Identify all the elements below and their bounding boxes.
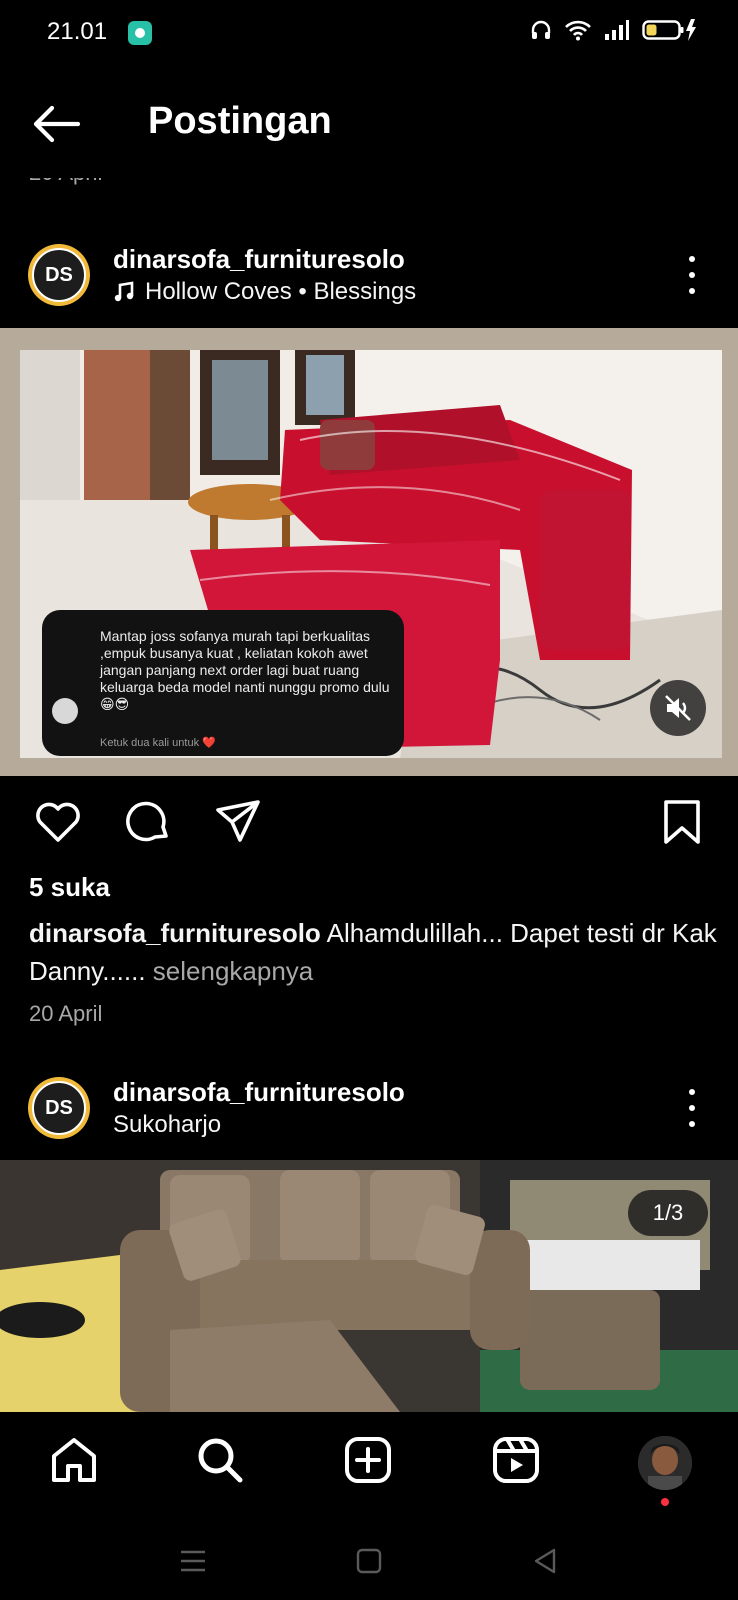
post-date: 20 April [29, 1001, 103, 1026]
like-count[interactable]: 5 suka [29, 872, 110, 903]
testimonial-comment-overlay: Mantap joss sofanya murah tapi berkualit… [42, 610, 404, 756]
more-icon [689, 256, 695, 262]
menu-icon[interactable] [178, 1546, 208, 1576]
signal-icon [605, 20, 629, 40]
mute-button[interactable] [650, 680, 706, 736]
avatar-logo-text: DS [32, 248, 86, 302]
post-username[interactable]: dinarsofa_furnituresolo [113, 244, 405, 275]
testimonial-text: Mantap joss sofanya murah tapi berkualit… [100, 628, 390, 712]
page-title: Postingan [148, 100, 332, 142]
comment-button[interactable] [122, 796, 174, 848]
bookmark-button[interactable] [656, 796, 708, 848]
home-system-icon[interactable] [354, 1546, 384, 1576]
back-arrow-icon [33, 105, 81, 143]
post-music-label[interactable]: Hollow Coves • Blessings [113, 278, 416, 306]
sofa-photo-illustration [0, 1160, 738, 1412]
app-notification-icon [128, 21, 152, 45]
post-header: DS dinarsofa_furnituresolo Hollow Coves … [0, 230, 738, 322]
post-caption[interactable]: dinarsofa_furnituresolo Alhamdulillah...… [29, 914, 719, 990]
carousel-counter: 1/3 [628, 1190, 708, 1236]
home-icon[interactable] [48, 1434, 100, 1486]
post-username[interactable]: dinarsofa_furnituresolo [113, 1077, 405, 1108]
headphones-icon [531, 20, 551, 39]
back-system-icon[interactable] [530, 1546, 560, 1576]
caption-more-link[interactable]: selengkapnya [146, 956, 313, 986]
back-button[interactable] [30, 104, 82, 144]
double-tap-hint: Ketuk dua kali untuk ❤️ [100, 737, 216, 749]
like-button[interactable] [32, 796, 84, 848]
share-button[interactable] [212, 796, 264, 848]
mute-icon [665, 695, 691, 721]
reels-icon[interactable] [490, 1434, 542, 1486]
top-navigation: Postingan [0, 66, 738, 178]
status-bar: 21.01 [0, 0, 738, 66]
post-media-carousel[interactable]: 1/3 [0, 1160, 738, 1412]
post-media[interactable]: Mantap joss sofanya murah tapi berkualit… [0, 328, 738, 776]
more-icon [689, 1089, 695, 1095]
profile-avatar[interactable] [638, 1436, 692, 1490]
create-icon[interactable] [342, 1434, 394, 1486]
profile-notification-dot [661, 1498, 669, 1506]
search-icon[interactable] [194, 1434, 246, 1486]
music-note-icon [114, 281, 134, 302]
system-navigation [0, 1522, 738, 1600]
avatar-logo-text: DS [32, 1081, 86, 1135]
more-options-button[interactable] [686, 256, 698, 294]
status-icons [530, 18, 698, 42]
battery-icon [642, 19, 696, 41]
status-time: 21.01 [47, 18, 108, 45]
post-author-avatar[interactable]: DS [28, 244, 90, 306]
bottom-navigation [0, 1412, 738, 1522]
post-header: DS dinarsofa_furnituresolo Sukoharjo [0, 1063, 738, 1155]
caption-username[interactable]: dinarsofa_furnituresolo [29, 918, 321, 948]
more-options-button[interactable] [686, 1089, 698, 1127]
music-title: Hollow Coves • Blessings [145, 278, 417, 305]
wifi-icon [565, 20, 591, 41]
commenter-avatar [52, 698, 78, 724]
post-photo: Mantap joss sofanya murah tapi berkualit… [20, 350, 722, 758]
post-actions [0, 796, 738, 852]
post-location[interactable]: Sukoharjo [113, 1111, 221, 1139]
post-author-avatar[interactable]: DS [28, 1077, 90, 1139]
